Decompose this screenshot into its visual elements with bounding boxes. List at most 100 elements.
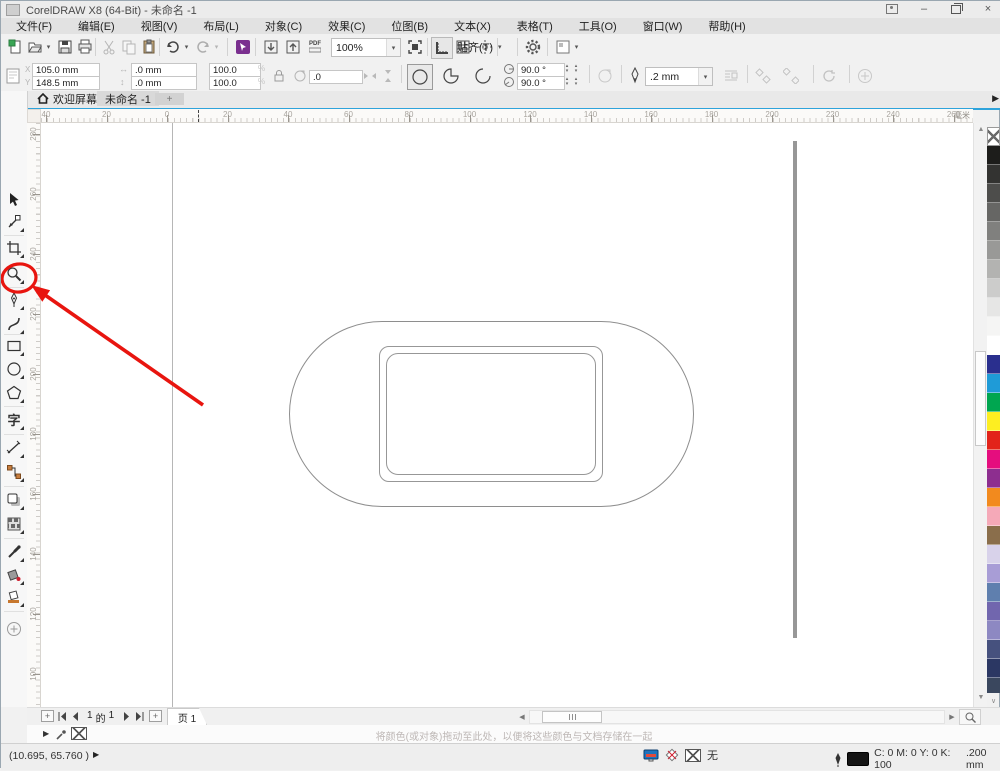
tab-welcome-screen[interactable]: 欢迎屏幕 [29, 91, 105, 106]
horizontal-ruler[interactable]: 毫米 4020020406080100120140160180200220240… [41, 109, 973, 123]
palette-swatch[interactable] [987, 298, 1000, 317]
palette-swatch[interactable] [987, 431, 1000, 450]
start-angle-spinner[interactable]: ▴ ▾ [563, 63, 571, 75]
palette-swatch[interactable] [987, 526, 1000, 545]
menu-item-帮助[interactable]: 帮助(H) [695, 18, 758, 34]
rectangle-tool[interactable] [3, 335, 25, 357]
pen-tool[interactable] [3, 289, 25, 311]
crop-tool[interactable] [3, 237, 25, 259]
zoom-level-dropdown[interactable]: ▾ [386, 39, 400, 56]
palette-swatch[interactable] [987, 640, 1000, 659]
undo-button[interactable] [163, 37, 183, 57]
inner-rounded-rect-inner[interactable] [386, 353, 596, 475]
open-button[interactable] [25, 37, 45, 57]
transparency-tool[interactable] [3, 513, 25, 535]
last-page-button[interactable] [135, 710, 145, 723]
ellipse-tool[interactable] [3, 358, 25, 380]
color-eyedropper-tool[interactable] [3, 541, 25, 563]
ellipse-mode-button[interactable] [407, 64, 433, 90]
previous-page-button[interactable] [71, 710, 79, 723]
palette-swatch[interactable] [987, 279, 1000, 298]
horizontal-scrollbar[interactable] [529, 710, 945, 724]
options-gear-icon[interactable] [523, 37, 543, 57]
lock-ratio-icon[interactable] [273, 69, 285, 83]
object-height-field[interactable]: .0 mm [131, 76, 197, 90]
minimize-button[interactable]: – [915, 2, 933, 16]
search-content-button[interactable] [233, 37, 253, 57]
end-angle-spinner2[interactable]: ▴ ▾ [572, 76, 580, 88]
scale-x-field[interactable]: 100.0 [209, 63, 261, 77]
palette-swatch[interactable] [987, 621, 1000, 640]
palette-swatch[interactable] [987, 165, 1000, 184]
change-direction-icon[interactable] [597, 68, 613, 84]
show-rulers-button[interactable] [431, 37, 453, 59]
menu-item-表格[interactable]: 表格(T) [504, 18, 566, 34]
palette-swatch[interactable] [987, 374, 1000, 393]
palette-swatch[interactable] [987, 678, 1000, 693]
tab-scroll-right-icon[interactable]: ▶ [992, 93, 999, 104]
export-button[interactable] [283, 37, 303, 57]
menu-item-视图[interactable]: 视图(V) [128, 18, 191, 34]
quick-customize-button[interactable] [3, 618, 25, 640]
palette-swatch[interactable] [987, 545, 1000, 564]
palette-swatch[interactable] [987, 203, 1000, 222]
palette-swatch[interactable] [987, 583, 1000, 602]
import-button[interactable] [261, 37, 281, 57]
menu-item-位图[interactable]: 位图(B) [378, 18, 441, 34]
vertical-scrollbar[interactable]: ▲ ▼ [973, 123, 987, 707]
vertical-ruler[interactable]: 280 260 240 220 200 180 160 140 120 100 [27, 123, 41, 707]
artistic-media-tool[interactable] [3, 313, 25, 335]
shape-tool[interactable] [3, 211, 25, 233]
mirror-vertical-icon[interactable] [381, 69, 395, 83]
ruler-origin-corner[interactable] [27, 109, 41, 123]
palette-scroll-down-icon[interactable]: ∨ [987, 695, 1000, 707]
palette-swatch[interactable] [987, 602, 1000, 621]
parallel-dimension-tool[interactable] [3, 437, 25, 459]
scroll-up-icon[interactable]: ▲ [974, 123, 988, 136]
palette-no-color-swatch[interactable] [987, 127, 1000, 146]
zoom-tool[interactable] [3, 263, 25, 285]
outline-width-dropdown[interactable]: ▾ [698, 68, 712, 85]
link-group-icon[interactable] [755, 68, 771, 84]
redo-dropdown[interactable]: ▾ [211, 37, 222, 57]
drawing-canvas[interactable] [41, 123, 973, 707]
palette-swatch[interactable] [987, 507, 1000, 526]
refresh-icon[interactable] [821, 68, 837, 84]
text-wrap-icon[interactable] [723, 68, 739, 84]
fullscreen-preview-button[interactable] [405, 37, 425, 57]
x-position-field[interactable]: 105.0 mm [32, 63, 100, 77]
horizontal-scroll-thumb[interactable] [542, 711, 602, 723]
vertical-scroll-thumb[interactable] [975, 351, 986, 446]
publish-pdf-button[interactable]: PDF [305, 37, 325, 57]
palette-swatch[interactable] [987, 450, 1000, 469]
palette-swatch[interactable] [987, 146, 1000, 165]
redo-button[interactable] [193, 37, 213, 57]
scale-y-field[interactable]: 100.0 [209, 76, 261, 90]
start-angle-field[interactable]: 90.0 ° [517, 63, 565, 77]
menu-item-文本[interactable]: 文本(X) [441, 18, 504, 34]
tab-document-untitled[interactable]: 未命名 -1 [97, 91, 159, 106]
menu-item-文件[interactable]: 文件(F) [3, 18, 65, 34]
coordinates-flyout-icon[interactable]: ▶ [93, 750, 99, 759]
hscroll-right-icon[interactable]: ▶ [945, 710, 959, 724]
add-page-before-button[interactable]: + [41, 710, 54, 722]
connector-tool[interactable] [3, 461, 25, 483]
pick-tool[interactable] [3, 189, 25, 211]
palette-swatch[interactable] [987, 336, 1000, 355]
palette-swatch[interactable] [987, 355, 1000, 374]
palette-swatch[interactable] [987, 241, 1000, 260]
restore-button[interactable] [947, 2, 965, 16]
user-account-icon[interactable] [883, 2, 901, 16]
scroll-down-icon[interactable]: ▼ [974, 691, 988, 704]
snap-to-button[interactable]: 贴齐(T) ▾ [457, 37, 502, 57]
print-button[interactable] [75, 37, 95, 57]
new-document-button[interactable] [5, 37, 25, 57]
palette-swatch[interactable] [987, 564, 1000, 583]
pie-mode-button[interactable] [439, 64, 463, 88]
palette-swatch[interactable] [987, 184, 1000, 203]
undo-dropdown[interactable]: ▾ [181, 37, 192, 57]
text-tool[interactable]: 字 [3, 409, 25, 431]
palette-swatch[interactable] [987, 412, 1000, 431]
interactive-fill-tool[interactable] [3, 564, 25, 586]
outline-width-combo[interactable]: .2 mm ▾ [645, 67, 713, 86]
